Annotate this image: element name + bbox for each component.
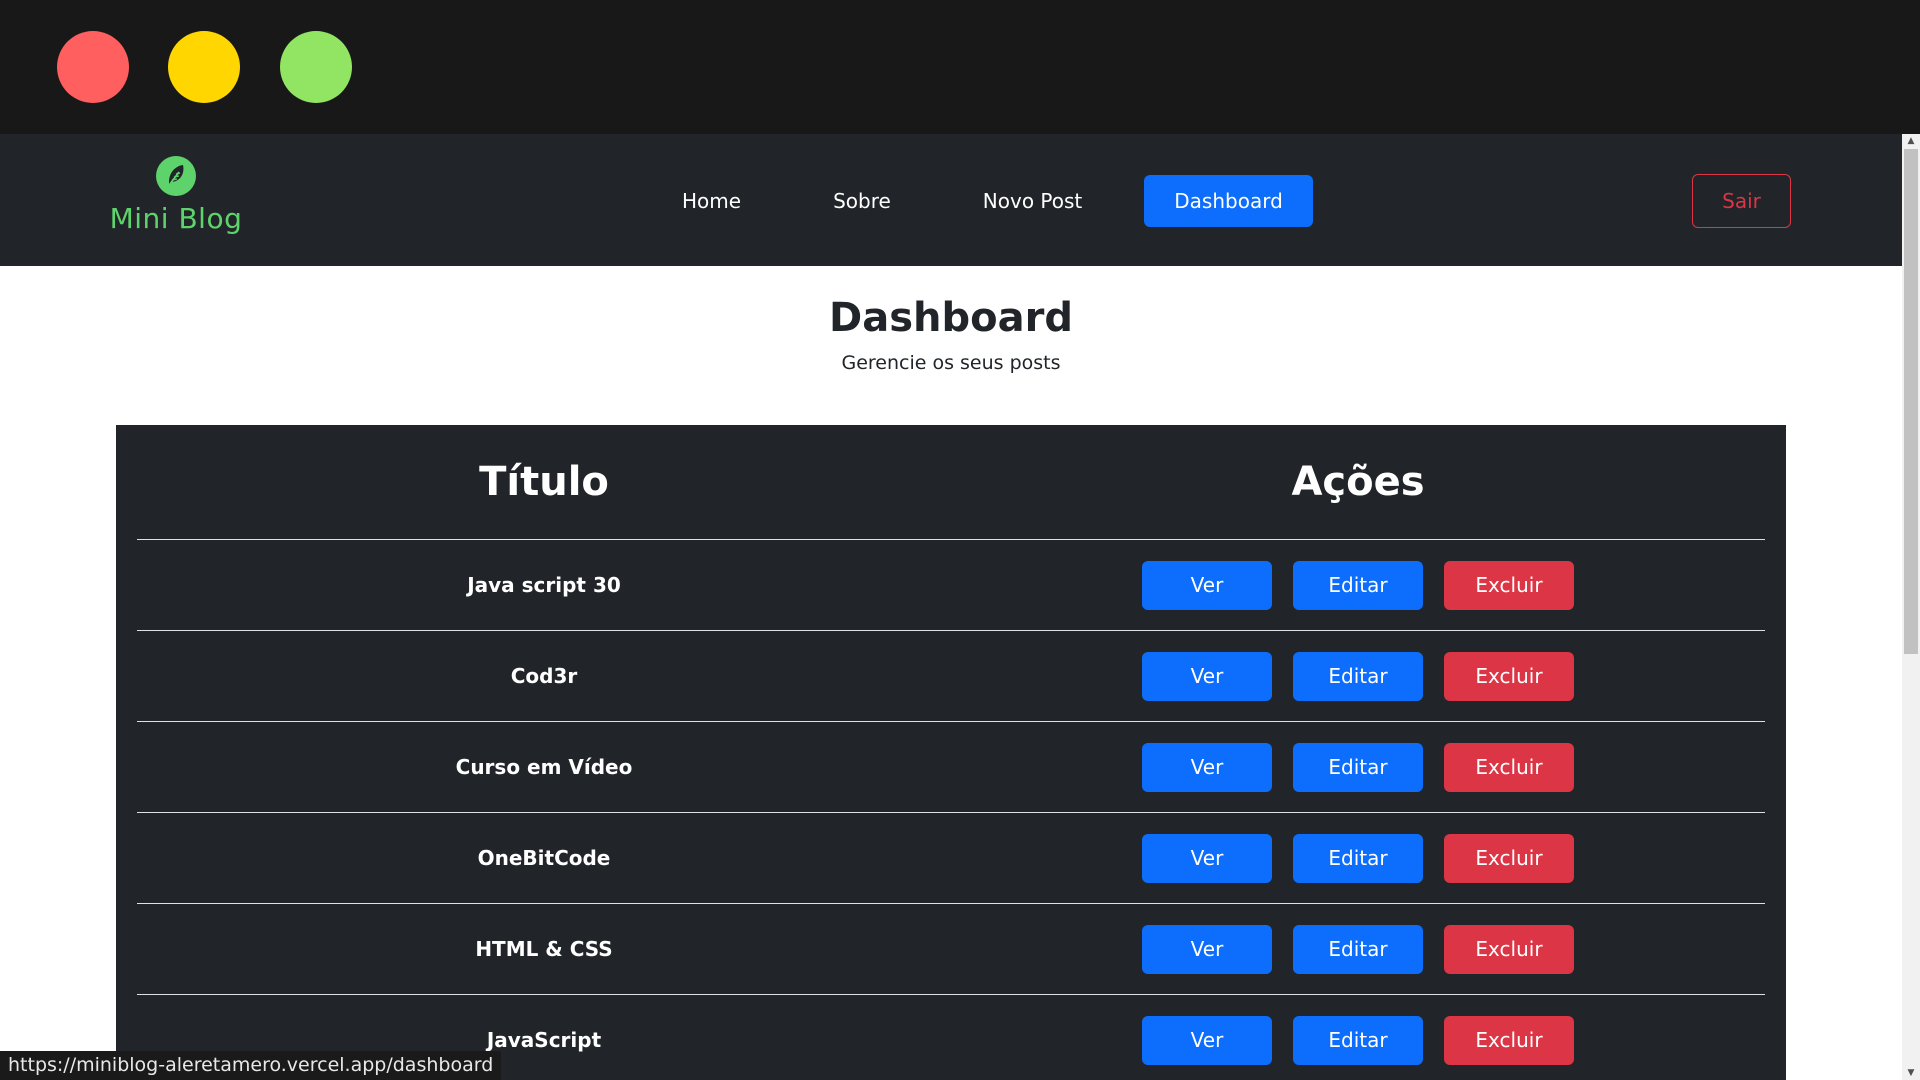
navbar: Mini Blog Home Sobre Novo Post Dashboard…	[0, 134, 1902, 266]
view-post-button[interactable]: Ver	[1142, 1015, 1272, 1065]
page-subtitle: Gerencie os seus posts	[841, 352, 1061, 374]
brand-link[interactable]: Mini Blog	[108, 156, 244, 236]
page-title: Dashboard	[829, 295, 1073, 341]
table-row: Curso em Vídeo Ver Editar Excluir	[137, 722, 1765, 813]
post-title: HTML & CSS	[475, 937, 613, 961]
table-row: HTML & CSS Ver Editar Excluir	[137, 904, 1765, 995]
row-actions: Ver Editar Excluir	[951, 1015, 1765, 1065]
post-title: Curso em Vídeo	[455, 755, 633, 779]
nav-link-home[interactable]: Home	[660, 175, 763, 227]
status-bar-url: https://miniblog-aleretamero.vercel.app/…	[0, 1051, 502, 1080]
delete-post-button[interactable]: Excluir	[1444, 833, 1574, 883]
window-titlebar	[0, 0, 1920, 134]
row-actions: Ver Editar Excluir	[951, 833, 1765, 883]
row-actions: Ver Editar Excluir	[951, 560, 1765, 610]
scroll-up-arrow-icon[interactable]: ▲	[1902, 134, 1920, 148]
edit-post-button[interactable]: Editar	[1293, 742, 1423, 792]
post-title: OneBitCode	[477, 846, 611, 870]
table-row: OneBitCode Ver Editar Excluir	[137, 813, 1765, 904]
column-header-actions: Ações	[1291, 459, 1425, 505]
edit-post-button[interactable]: Editar	[1293, 833, 1423, 883]
row-actions: Ver Editar Excluir	[951, 924, 1765, 974]
post-title: JavaScript	[486, 1028, 602, 1052]
delete-post-button[interactable]: Excluir	[1444, 924, 1574, 974]
column-header-title: Título	[479, 459, 609, 505]
view-post-button[interactable]: Ver	[1142, 560, 1272, 610]
delete-post-button[interactable]: Excluir	[1444, 742, 1574, 792]
row-actions: Ver Editar Excluir	[951, 742, 1765, 792]
view-post-button[interactable]: Ver	[1142, 651, 1272, 701]
nav-link-dashboard[interactable]: Dashboard	[1144, 175, 1313, 227]
nav-link-sobre[interactable]: Sobre	[811, 175, 913, 227]
post-title: Cod3r	[510, 664, 578, 688]
view-post-button[interactable]: Ver	[1142, 833, 1272, 883]
scrollbar-thumb[interactable]	[1904, 149, 1918, 654]
logout-button[interactable]: Sair	[1692, 174, 1791, 228]
post-title: Java script 30	[467, 573, 621, 597]
browser-viewport: Mini Blog Home Sobre Novo Post Dashboard…	[0, 134, 1920, 1080]
window-maximize-button[interactable]	[280, 31, 352, 103]
edit-post-button[interactable]: Editar	[1293, 924, 1423, 974]
table-header: Título Ações	[137, 425, 1765, 540]
brand-text: Mini Blog	[109, 202, 243, 235]
delete-post-button[interactable]: Excluir	[1444, 1015, 1574, 1065]
posts-table: Título Ações Java script 30 Ver Editar E…	[116, 425, 1786, 1080]
edit-post-button[interactable]: Editar	[1293, 560, 1423, 610]
view-post-button[interactable]: Ver	[1142, 742, 1272, 792]
table-row: Cod3r Ver Editar Excluir	[137, 631, 1765, 722]
row-actions: Ver Editar Excluir	[951, 651, 1765, 701]
delete-post-button[interactable]: Excluir	[1444, 560, 1574, 610]
edit-post-button[interactable]: Editar	[1293, 1015, 1423, 1065]
feather-icon	[156, 156, 196, 196]
table-body: Java script 30 Ver Editar Excluir Cod3r …	[137, 540, 1765, 1080]
nav-link-novo-post[interactable]: Novo Post	[961, 175, 1104, 227]
page-header: Dashboard Gerencie os seus posts	[0, 292, 1902, 374]
vertical-scrollbar[interactable]: ▲ ▼	[1902, 134, 1920, 1080]
scroll-down-arrow-icon[interactable]: ▼	[1902, 1066, 1920, 1080]
window-minimize-button[interactable]	[168, 31, 240, 103]
view-post-button[interactable]: Ver	[1142, 924, 1272, 974]
nav-links: Home Sobre Novo Post Dashboard	[660, 175, 1313, 227]
window-close-button[interactable]	[57, 31, 129, 103]
delete-post-button[interactable]: Excluir	[1444, 651, 1574, 701]
table-row: Java script 30 Ver Editar Excluir	[137, 540, 1765, 631]
edit-post-button[interactable]: Editar	[1293, 651, 1423, 701]
